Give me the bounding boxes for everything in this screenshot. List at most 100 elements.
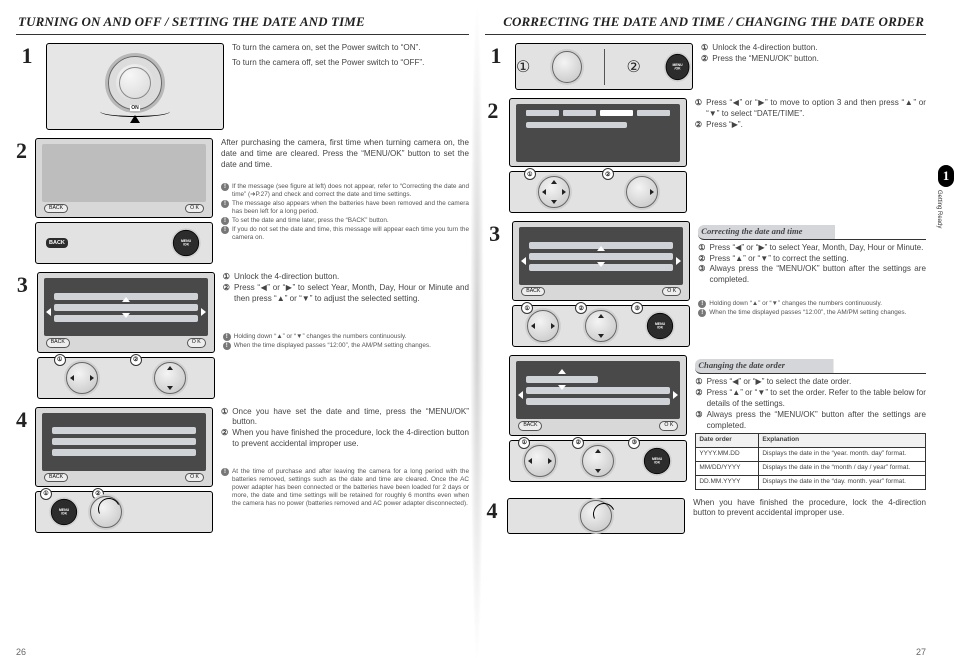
- bullet-icon: !: [223, 333, 231, 341]
- lcd-button-legend: BACK O K: [516, 419, 680, 430]
- list-marker: ①: [701, 43, 708, 54]
- page-number: 26: [16, 647, 469, 657]
- badge-1-icon: ①: [521, 302, 533, 314]
- list-text: Press “▶”.: [706, 120, 743, 131]
- note-text: To set the date and time later, press th…: [232, 217, 389, 225]
- note-text: Holding down “▲” or “▼” changes the numb…: [709, 300, 882, 308]
- opt-selected-icon: [600, 110, 633, 116]
- lcd-illustration: BACK O K: [37, 272, 215, 352]
- option-strip: [526, 110, 670, 116]
- lcd-illustration: BACK O K: [512, 221, 690, 301]
- chapter-number-badge: 1: [938, 165, 954, 187]
- dpad-ud-icon: [582, 445, 614, 477]
- bullet-icon: !: [221, 226, 229, 234]
- list-marker: ③: [695, 410, 702, 432]
- figure-lcd-option3: ① ②: [509, 98, 687, 213]
- notes-block: !Holding down “▲” or “▼” changes the num…: [223, 333, 469, 350]
- bullet-icon: !: [221, 200, 229, 208]
- dpad-lr-icon: [66, 362, 98, 394]
- divider: [604, 49, 605, 85]
- back-button-icon: BACK: [46, 238, 68, 248]
- right-step-4: 4 When you have finished the procedure, …: [485, 498, 926, 534]
- paragraph: After purchasing the camera, first time …: [221, 138, 469, 171]
- bullet-icon: !: [221, 468, 229, 476]
- lcd-item-icon: [52, 438, 196, 445]
- chapter-label: Getting Ready: [936, 190, 942, 228]
- control-illustration: BACK MENU /OK: [35, 222, 213, 264]
- dpad-full-icon: [538, 176, 570, 208]
- badge-1-icon: ①: [524, 168, 536, 180]
- paragraph: To turn the camera off, set the Power sw…: [232, 58, 469, 69]
- list-text: Press “◀” or “▶” to select Year, Month, …: [234, 283, 469, 305]
- ok-pill: O K: [185, 473, 204, 482]
- list-text: Press “◀” or “▶” to move to option 3 and…: [706, 98, 926, 120]
- left-step-2: 2 BACK O K BACK MENU /OK After purchasin…: [16, 138, 469, 264]
- badge-2-icon: ②: [602, 168, 614, 180]
- paragraph: When you have finished the procedure, lo…: [693, 498, 926, 520]
- note-text: At the time of purchase and after leavin…: [232, 468, 469, 508]
- lcd-button-legend: BACK O K: [519, 285, 683, 296]
- right-step-1: 1 ① ② MENU /OK ①Unlock the 4-direction b…: [485, 43, 926, 90]
- notes-block: !Holding down “▲” or “▼” changes the num…: [698, 300, 926, 317]
- lcd-screen: [42, 144, 206, 202]
- lcd-item-icon: [52, 449, 196, 456]
- chevron-left-icon: [46, 308, 51, 316]
- chevron-up-icon: [122, 297, 130, 302]
- badge-1-icon: ①: [516, 57, 530, 77]
- cell-order: MM/DD/YYYY: [696, 462, 759, 476]
- chevron-up-icon: [558, 369, 566, 374]
- left-step-3: 3 BACK O K: [16, 272, 469, 398]
- figure-lcd-set-date: BACK O K ① ②: [37, 272, 215, 398]
- list-marker: ②: [695, 120, 702, 131]
- list-text: Press “▲” or “▼” to set the order. Refer…: [707, 388, 926, 410]
- list-text: Unlock the 4-direction button.: [234, 272, 339, 283]
- subsection-correct-date: Correcting the date and time: [698, 225, 926, 240]
- list-marker: ②: [698, 254, 705, 265]
- list-text: Press “▲” or “▼” to correct the setting.: [710, 254, 849, 265]
- menu-ok-button-icon: MENU /OK: [173, 230, 199, 256]
- lcd-illustration: BACK O K: [35, 407, 213, 487]
- chapter-tab: 1 Getting Ready: [936, 165, 954, 228]
- lcd-button-legend: BACK O K: [42, 202, 206, 213]
- ok-pill: O K: [187, 338, 206, 347]
- list-text: Press the “MENU/OK” button.: [712, 54, 819, 65]
- list-marker: ②: [695, 388, 702, 410]
- list-marker: ①: [698, 243, 705, 254]
- lcd-button-legend: BACK O K: [44, 336, 208, 347]
- note-text: When the time displayed passes “12:00”, …: [709, 309, 906, 317]
- table-head-row: Date order Explanation: [696, 434, 926, 448]
- list-marker: ①: [695, 98, 702, 120]
- step-text: Changing the date order ①Press “◀” or “▶…: [695, 355, 926, 489]
- dpad-ud-icon: [154, 362, 186, 394]
- left-step-1: 1 ON To turn the camera on, set the Powe…: [16, 43, 469, 130]
- right-step-3b: BACK O K ① ② ③ MENU /OK Changing the dat…: [485, 355, 926, 489]
- step-number: 3: [16, 272, 29, 398]
- menu-ok-button-icon: MENU /OK: [644, 447, 670, 473]
- chevron-left-icon: [518, 391, 523, 399]
- chevron-right-icon: [676, 257, 681, 265]
- badge-2-icon: ②: [130, 354, 142, 366]
- lcd-button-legend: BACK O K: [42, 471, 206, 482]
- lcd-screen: [516, 104, 680, 162]
- figure-lcd-date-order: BACK O K ① ② ③ MENU /OK: [509, 355, 687, 489]
- step-text: ①Unlock the 4-direction button. ②Press “…: [223, 272, 469, 398]
- note-text: When the time displayed passes “12:00”, …: [234, 342, 431, 350]
- badge-3-icon: ③: [628, 437, 640, 449]
- badge-3-icon: ③: [631, 302, 643, 314]
- bullet-icon: !: [221, 183, 229, 191]
- lcd-illustration: BACK O K: [509, 355, 687, 435]
- figure-lcd-first-boot: BACK O K BACK MENU /OK: [35, 138, 213, 264]
- page-left: TURNING ON AND OFF / SETTING THE DATE AN…: [8, 14, 477, 657]
- page-right: CORRECTING THE DATE AND TIME / CHANGING …: [477, 14, 946, 657]
- notes-block: !If the message (see figure at left) doe…: [221, 183, 469, 242]
- right-step-2: 2 ① ②: [485, 98, 926, 213]
- notes-block: !At the time of purchase and after leavi…: [221, 468, 469, 508]
- cell-expl: Displays the date in the “year. month. d…: [759, 448, 926, 462]
- list-marker: ②: [701, 54, 708, 65]
- step-number: 2: [16, 138, 27, 264]
- th-explanation: Explanation: [759, 434, 926, 448]
- navpad-illustration: ① ②: [37, 357, 215, 399]
- lcd-item-selected-icon: [526, 376, 598, 383]
- lcd-illustration: [509, 98, 687, 167]
- navpad-illustration: ① ② ③ MENU /OK: [512, 305, 690, 347]
